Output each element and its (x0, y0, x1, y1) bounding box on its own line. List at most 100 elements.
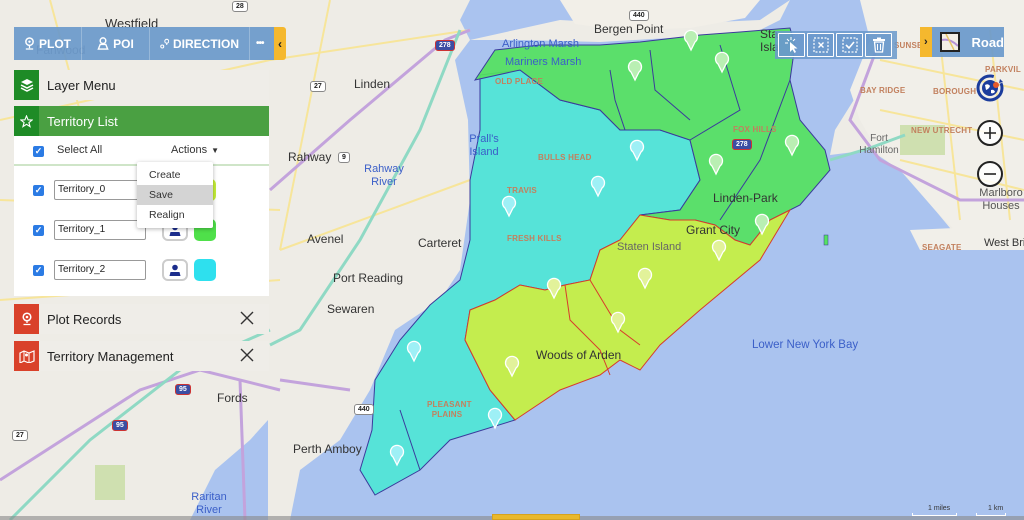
zoom-out-button[interactable] (977, 161, 1003, 187)
toolbar-collapse-button[interactable]: ‹ (274, 27, 286, 60)
user-icon (169, 264, 181, 276)
direction-button[interactable]: DIRECTION (150, 27, 250, 60)
scale-km-label: 1 km (988, 505, 1004, 512)
plot-button[interactable]: PLOT (14, 27, 82, 60)
map-label-fox-hills: FOX HILLS (733, 125, 777, 134)
more-button[interactable]: ••• (250, 27, 274, 60)
park-area (95, 465, 125, 500)
trash-icon (872, 37, 885, 53)
close-icon[interactable] (239, 310, 255, 326)
deselect-tool-button[interactable] (807, 33, 834, 57)
chevron-right-icon: › (920, 27, 932, 57)
confirm-selection-tool-button[interactable] (836, 33, 863, 57)
select-all-checkbox[interactable]: ✓ (33, 146, 44, 157)
map-label-pralls-island: Prall's Island (469, 133, 499, 158)
territory-row: ✓ Territory_2 (14, 258, 269, 284)
star-icon (14, 106, 39, 136)
main-toolbar: PLOT POI DIRECTION ••• (14, 27, 274, 60)
plot-records-title: Plot Records (47, 311, 122, 327)
poi-button[interactable]: POI (82, 27, 150, 60)
road-map-thumbnail-icon (939, 32, 960, 52)
route-shield-440: 440 (629, 10, 649, 21)
box-x-icon (812, 37, 829, 53)
map-label-perth-amboy: Perth Amboy (293, 442, 362, 456)
map-label-mariners-marsh: Mariners Marsh (505, 56, 582, 68)
map-label-bergen-point: Bergen Point (594, 22, 664, 36)
select-all-label: Select All (57, 144, 103, 156)
direction-label: DIRECTION (173, 36, 239, 51)
territory-checkbox[interactable]: ✓ (33, 225, 44, 236)
scale-bar-miles: 1 miles (912, 505, 957, 516)
actions-dropdown[interactable]: Actions ▼ (171, 144, 219, 156)
map-label-rahway: Rahway (288, 150, 332, 164)
map-label-avenel: Avenel (307, 232, 344, 246)
select-tool-button[interactable] (778, 33, 805, 57)
assign-user-button[interactable] (162, 259, 188, 281)
route-shield-28: 28 (232, 1, 248, 12)
map-label-old-place: OLD PLACE (495, 77, 544, 86)
route-shield-27: 27 (310, 81, 326, 92)
basemap-toggle[interactable]: › Road (920, 27, 1004, 57)
map-label-sunset: SUNSE (894, 41, 923, 50)
map-label-linden: Linden (354, 77, 391, 91)
map-label-raritan-river: Raritan River (191, 491, 227, 516)
map-label-arlington-marsh: Arlington Marsh (502, 38, 580, 50)
pointer-select-icon (784, 37, 797, 53)
map-label-borough: BOROUGH (933, 87, 977, 96)
territory-color-swatch[interactable] (194, 259, 216, 281)
map-label-seagate: SEAGATE (922, 243, 962, 252)
route-shield-440-west: 440 (354, 404, 374, 415)
bottom-panel-handle[interactable] (492, 514, 580, 520)
map-label-sewaren: Sewaren (327, 302, 375, 316)
route-shield-278-west: 278 (435, 40, 455, 51)
map-label-fort-hamilton: Fort Hamilton (859, 133, 899, 156)
territory-list-header[interactable]: Territory List (14, 106, 269, 136)
map-label-travis: TRAVIS (507, 186, 537, 195)
plot-records-header[interactable]: Plot Records (14, 304, 269, 334)
plot-label: PLOT (39, 36, 71, 51)
territory-management-title: Territory Management (47, 348, 174, 364)
map-label-carteret: Carteret (418, 236, 462, 250)
map-pin-icon (25, 37, 34, 50)
map-label-marlboro-houses: Marlboro Houses (979, 187, 1023, 212)
route-shield-9: 9 (338, 152, 350, 163)
territory-management-header[interactable]: Territory Management (14, 341, 269, 371)
map-label-linden-park: Linden-Park (713, 191, 778, 205)
map-label-new-utrecht: NEW UTRECHT (911, 126, 973, 135)
layer-menu-title: Layer Menu (47, 77, 116, 93)
territory-checkbox[interactable]: ✓ (33, 265, 44, 276)
recenter-globe-button[interactable] (975, 73, 1005, 103)
globe-refresh-icon (976, 74, 1004, 102)
caret-down-icon: ▼ (211, 146, 219, 155)
map-label-staten-island: Staten Island (617, 241, 682, 253)
menu-item-save[interactable]: Save (137, 185, 213, 205)
route-shield-278: 278 (732, 139, 752, 150)
territory-name-input[interactable]: Territory_1 (54, 220, 146, 240)
zoom-in-button[interactable] (977, 120, 1003, 146)
map-app: Westfield Fanwood Linden Rahway Avenel C… (0, 0, 1024, 520)
menu-item-realign[interactable]: Realign (137, 205, 213, 225)
layers-icon (14, 70, 39, 100)
scale-miles-label: 1 miles (928, 505, 951, 512)
map-label-bulls-head: BULLS HEAD (538, 153, 592, 162)
draw-tools-bar (775, 31, 897, 59)
plus-icon (984, 127, 996, 139)
map-label-woods-of-arden: Woods of Arden (536, 348, 622, 362)
menu-item-create[interactable]: Create (137, 165, 213, 185)
territory-name-input[interactable]: Territory_2 (54, 260, 146, 280)
map-label-bay-ridge: BAY RIDGE (860, 86, 906, 95)
territory-checkbox[interactable]: ✓ (33, 185, 44, 196)
actions-menu: Create Save Realign (137, 162, 213, 228)
poi-person-pin-icon (97, 37, 109, 50)
route-shield-95-south: 95 (112, 420, 128, 431)
territory-name-input[interactable]: Territory_0 (54, 180, 146, 200)
territory-map-icon (14, 341, 39, 371)
more-icon: ••• (256, 38, 264, 49)
minus-icon (984, 173, 996, 175)
close-icon[interactable] (239, 347, 255, 363)
chevron-left-icon: ‹ (278, 36, 282, 51)
delete-tool-button[interactable] (865, 33, 892, 57)
layer-menu-header[interactable]: Layer Menu (14, 70, 269, 100)
map-label-pleasant-plains: PLEASANT PLAINS (427, 400, 472, 419)
route-shield-27-south: 27 (12, 430, 28, 441)
